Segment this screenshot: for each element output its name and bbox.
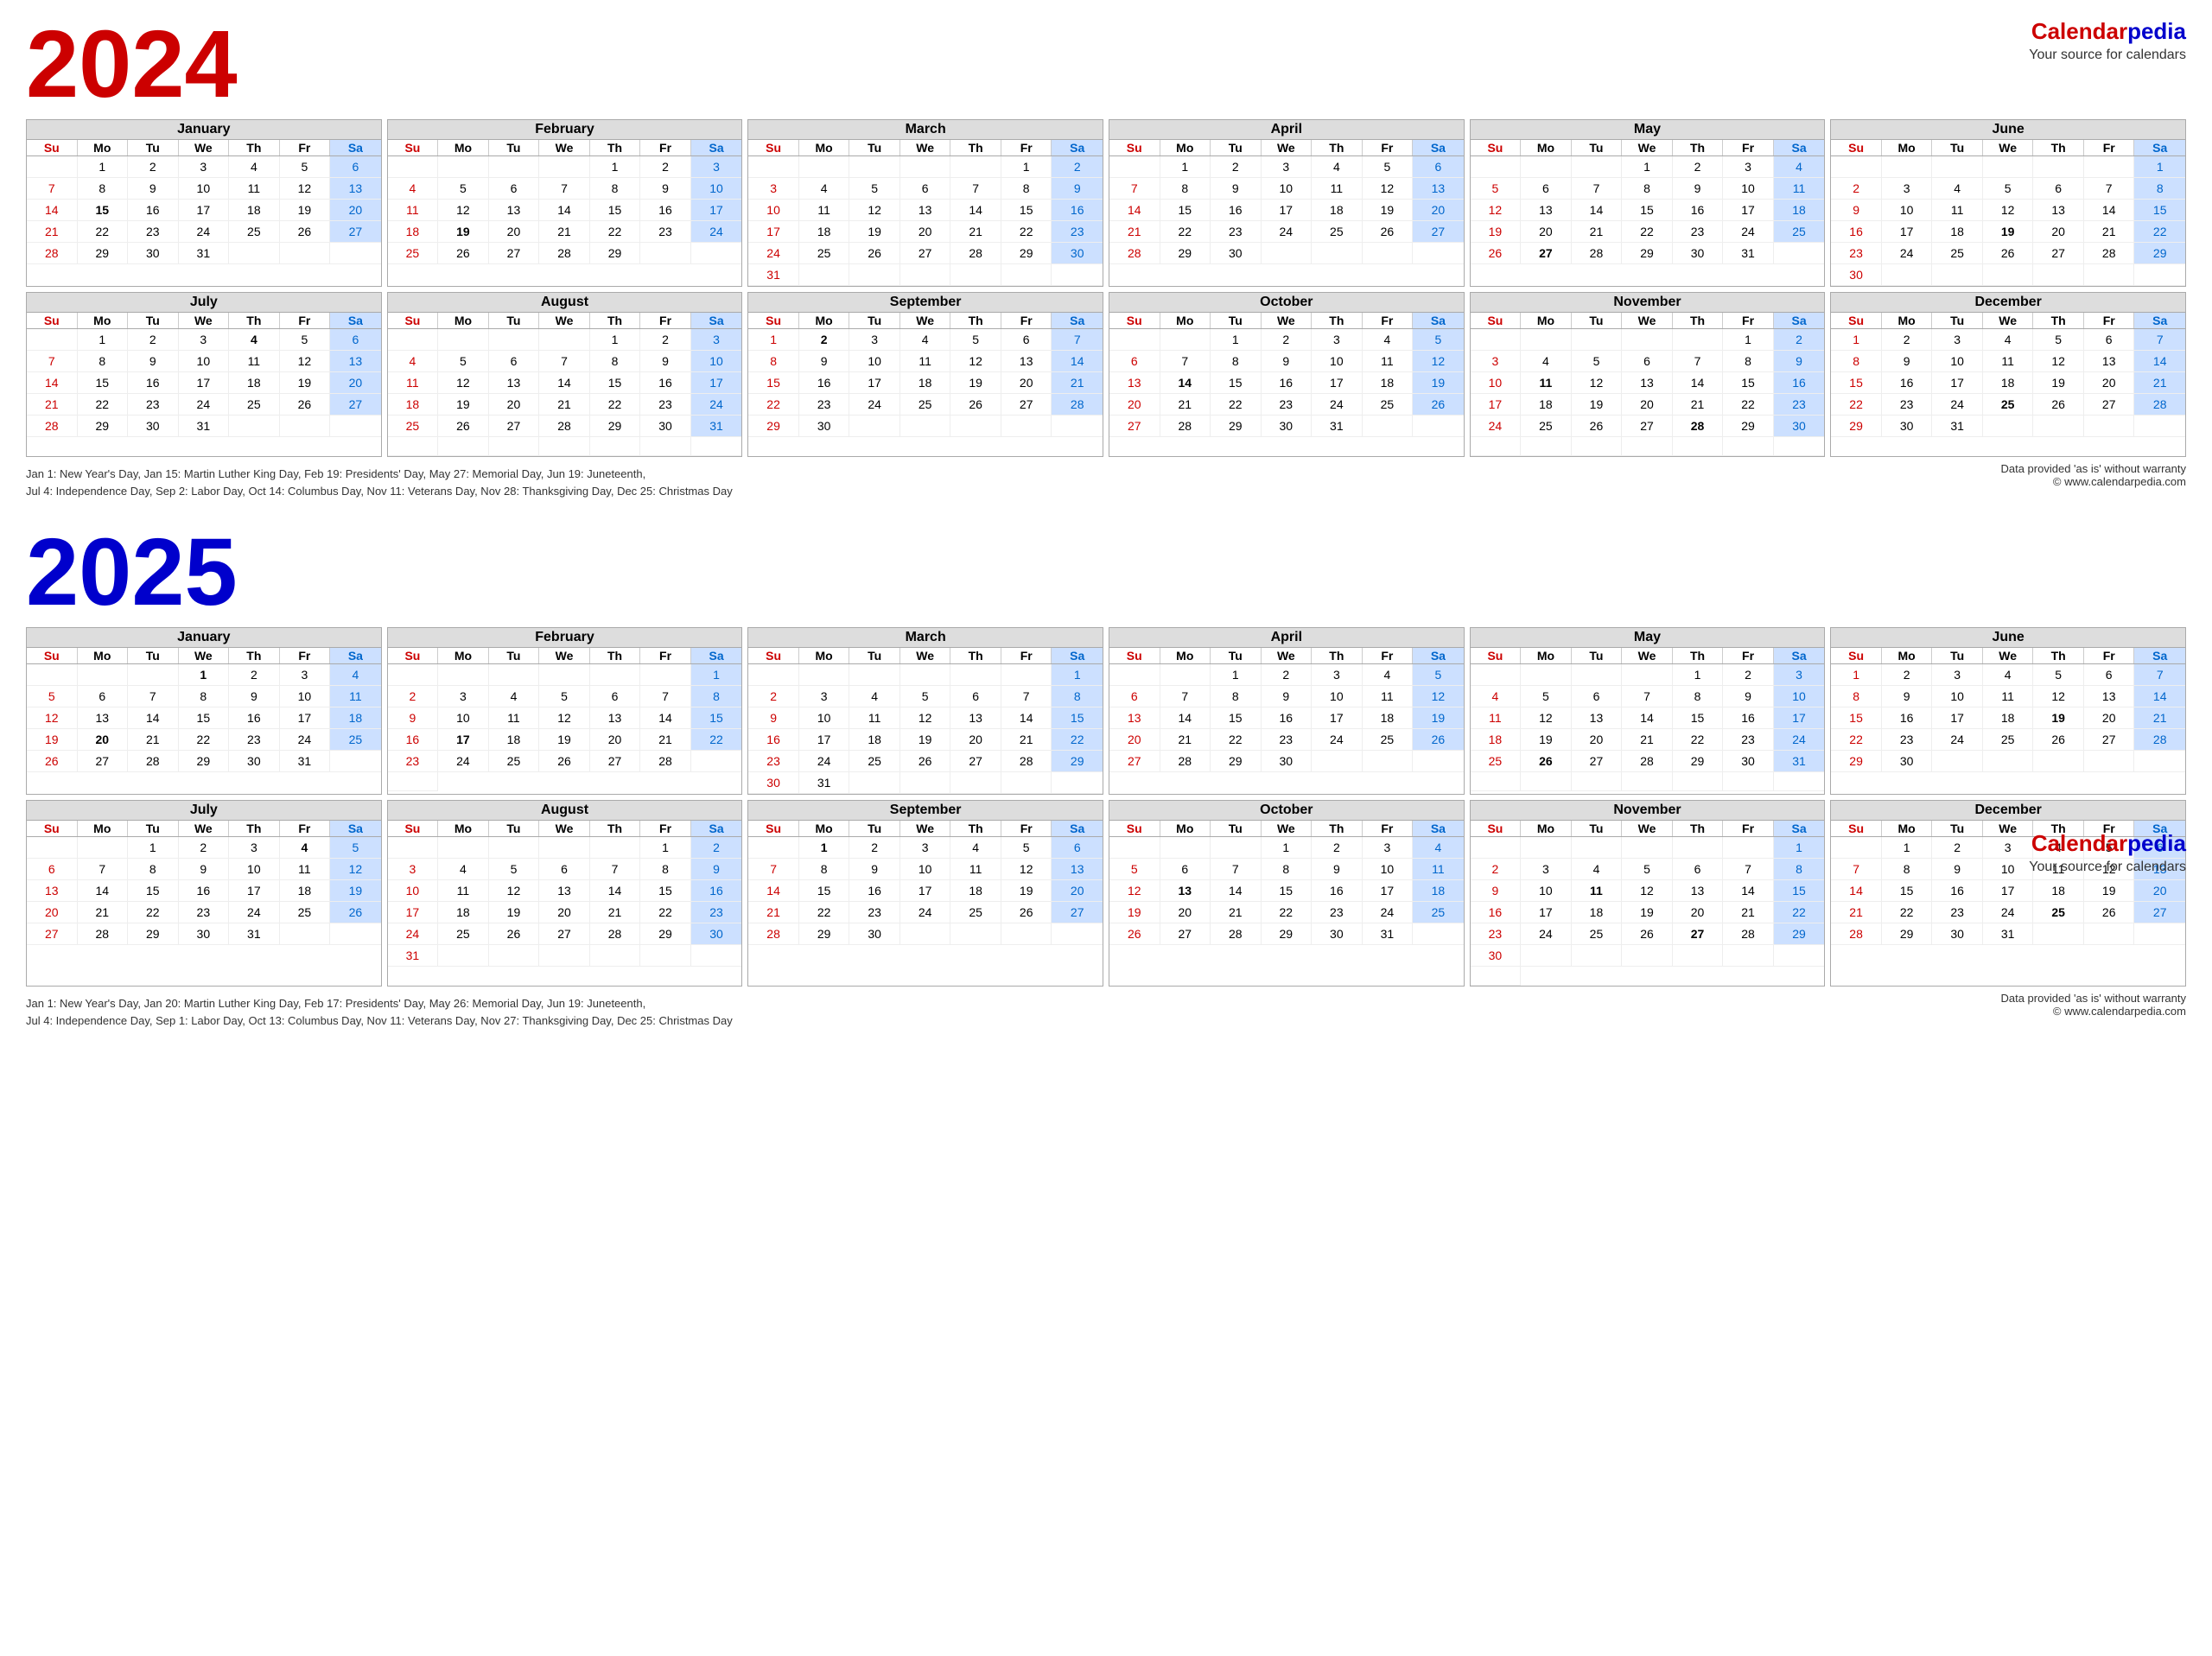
2024-top-row: January Su Mo Tu We Th Fr Sa 1 2 3 4 5 6… [26,119,2186,287]
apr-2025: April Su Mo Tu We Th Fr Sa 1 2 3 4 5 6 7 [1109,627,1465,795]
dec-2025: December Su Mo Tu We Th Fr Sa 1 2 3 4 5 … [1830,800,2186,987]
2024-footnote-right2: © www.calendarpedia.com [2000,475,2186,488]
jul-2025: July Su Mo Tu We Th Fr Sa 1 2 3 4 5 6 7 … [26,800,382,987]
jan-2025: January Su Mo Tu We Th Fr Sa 1 2 3 4 5 6 [26,627,382,795]
2025-footnote-right1: Data provided 'as is' without warranty [2000,992,2186,1005]
year-2024-section: 2024 January Su Mo Tu We Th Fr Sa 1 2 3 … [26,17,2186,499]
2025-top-row: January Su Mo Tu We Th Fr Sa 1 2 3 4 5 6 [26,627,2186,795]
brand-tagline-2: Your source for calendars [2029,859,2186,877]
mar-2025: March Su Mo Tu We Th Fr Sa 1 2 3 4 [747,627,1103,795]
jul-2024: July Su Mo Tu We Th Fr Sa 1 2 3 4 5 6 7 … [26,292,382,457]
may-2024: May Su Mo Tu We Th Fr Sa 1 2 3 4 5 6 7 [1470,119,1826,287]
2024-footnote2: Jul 4: Independence Day, Sep 2: Labor Da… [26,483,733,500]
apr-2024: April Su Mo Tu We Th Fr Sa 1 2 3 4 5 6 7… [1109,119,1465,287]
feb-2025: February Su Mo Tu We Th Fr Sa 1 2 3 4 [387,627,743,795]
sep-2025: September Su Mo Tu We Th Fr Sa 1 2 3 4 5… [747,800,1103,987]
brand-name: Calendarpedia [2029,17,2186,47]
nov-2025: November Su Mo Tu We Th Fr Sa 1 2 3 4 [1470,800,1826,987]
jun-2024: June Su Mo Tu We Th Fr Sa 1 2 3 4 [1830,119,2186,287]
2024-footnotes: Jan 1: New Year's Day, Jan 15: Martin Lu… [26,462,2186,499]
jun-2025: June Su Mo Tu We Th Fr Sa 1 2 3 4 5 6 7 … [1830,627,2186,795]
2024-bottom-row: July Su Mo Tu We Th Fr Sa 1 2 3 4 5 6 7 … [26,292,2186,457]
feb-2024: February Su Mo Tu We Th Fr Sa 1 2 3 4 5 [387,119,743,287]
brand-second: Calendarpedia Your source for calendars [2029,829,2186,877]
sep-2024: September Su Mo Tu We Th Fr Sa 1 2 3 4 5… [747,292,1103,457]
year-2025-section: 2025 January Su Mo Tu We Th Fr Sa 1 2 3 [26,525,2186,1029]
jan-2024: January Su Mo Tu We Th Fr Sa 1 2 3 4 5 6… [26,119,382,287]
brand-top-right: Calendarpedia Your source for calendars [2029,17,2186,65]
may-2025: May Su Mo Tu We Th Fr Sa 1 2 3 4 5 6 [1470,627,1826,795]
2025-footnote2: Jul 4: Independence Day, Sep 1: Labor Da… [26,1012,733,1030]
dec-2024: December Su Mo Tu We Th Fr Sa 1 2 3 4 5 … [1830,292,2186,457]
year-2024-title: 2024 [26,17,2186,112]
brand-name-2: Calendarpedia [2029,829,2186,859]
oct-2025: October Su Mo Tu We Th Fr Sa 1 2 3 4 5 6 [1109,800,1465,987]
brand-tagline: Your source for calendars [2029,47,2186,65]
oct-2024: October Su Mo Tu We Th Fr Sa 1 2 3 4 5 6… [1109,292,1465,457]
2025-footnote1: Jan 1: New Year's Day, Jan 20: Martin Lu… [26,995,733,1012]
2025-footnote-right2: © www.calendarpedia.com [2000,1005,2186,1018]
2025-footnotes: Jan 1: New Year's Day, Jan 20: Martin Lu… [26,992,2186,1029]
nov-2024: November Su Mo Tu We Th Fr Sa 1 2 3 4 [1470,292,1826,457]
aug-2025: August Su Mo Tu We Th Fr Sa 1 2 3 4 5 [387,800,743,987]
aug-2024: August Su Mo Tu We Th Fr Sa 1 2 3 4 5 6 [387,292,743,457]
2024-footnote-right1: Data provided 'as is' without warranty [2000,462,2186,475]
2025-bottom-row: July Su Mo Tu We Th Fr Sa 1 2 3 4 5 6 7 … [26,800,2186,987]
2024-footnote1: Jan 1: New Year's Day, Jan 15: Martin Lu… [26,466,733,483]
mar-2024: March Su Mo Tu We Th Fr Sa 1 2 3 4 5 [747,119,1103,287]
year-2025-title: 2025 [26,525,2186,620]
